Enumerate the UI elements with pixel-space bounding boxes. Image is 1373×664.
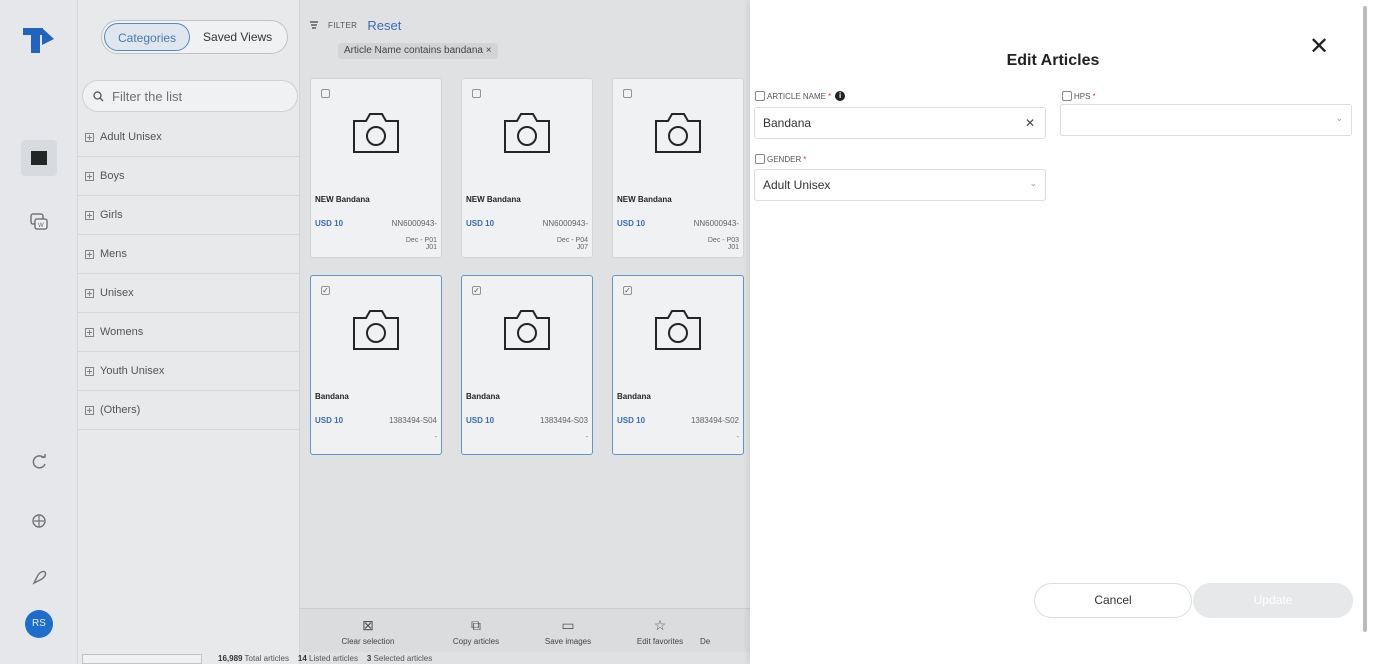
gender-label: GENDER *: [755, 154, 806, 164]
article-name-label: ARTICLE NAME * i: [755, 91, 846, 101]
gender-label-text: GENDER: [767, 154, 802, 164]
cancel-button[interactable]: Cancel: [1034, 583, 1192, 618]
gender-value: Adult Unisex: [763, 178, 831, 192]
article-name-label-text: ARTICLE NAME: [767, 91, 826, 101]
article-name-field[interactable]: Bandana ✕: [754, 107, 1046, 139]
article-name-checkbox[interactable]: [755, 91, 765, 101]
gender-checkbox[interactable]: [755, 154, 765, 164]
update-button[interactable]: Update: [1193, 583, 1353, 618]
gender-select[interactable]: Adult Unisex ⌄: [754, 169, 1046, 201]
hps-label: HPS *: [1062, 91, 1096, 101]
edit-articles-panel: Edit Articles ✕ ARTICLE NAME * i Bandana …: [750, 0, 1373, 664]
modal-title: Edit Articles: [1006, 52, 1100, 69]
clear-icon[interactable]: ✕: [1025, 116, 1035, 130]
hps-checkbox[interactable]: [1062, 91, 1072, 101]
required-marker: *: [827, 91, 832, 101]
scrollbar[interactable]: [1363, 6, 1367, 632]
hps-select[interactable]: ⌄: [1060, 104, 1352, 136]
close-icon[interactable]: ✕: [1306, 34, 1332, 60]
info-icon[interactable]: i: [835, 91, 846, 101]
chevron-down-icon: ⌄: [1335, 113, 1343, 123]
article-name-value: Bandana: [763, 116, 812, 130]
required-marker: *: [803, 154, 807, 164]
app: W RS Categories Saved Views Adult Unisex…: [0, 0, 1373, 664]
chevron-down-icon: ⌄: [1029, 178, 1037, 188]
hps-label-text: HPS: [1074, 91, 1091, 101]
modal-backdrop[interactable]: [0, 0, 750, 664]
required-marker: *: [1092, 91, 1096, 101]
